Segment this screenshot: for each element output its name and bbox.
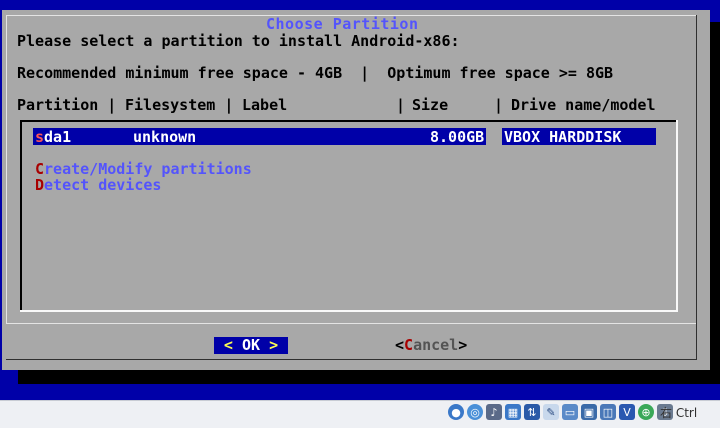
column-header-filesystem: Filesystem |: [125, 96, 234, 114]
dialog-frame-left: [6, 15, 7, 323]
dialog-frame-right: [696, 15, 697, 359]
ok-bracket-left: <: [223, 336, 233, 354]
dialog-button-separator: [6, 323, 696, 324]
space-recommendation: Recommended minimum free space - 4GB | O…: [17, 64, 614, 82]
partition-name: sda1: [35, 129, 71, 145]
column-separator-size: |: [396, 96, 406, 114]
usb-icon[interactable]: ⇅: [524, 404, 540, 420]
partition-list-border-left: [20, 120, 22, 312]
partition-list-border-top: [20, 120, 678, 122]
ok-bracket-right: >: [269, 336, 279, 354]
ok-label: OK: [232, 336, 270, 354]
partition-list-border-right: [676, 120, 678, 312]
dialog-frame-bottom: [6, 359, 697, 360]
network-icon[interactable]: ▦: [505, 404, 521, 420]
vbox-icon[interactable]: V: [619, 404, 635, 420]
partition-name-rest: da1: [44, 128, 72, 146]
column-header-label: Label: [242, 96, 288, 114]
ok-button[interactable]: < OK >: [214, 337, 288, 354]
cpu-icon[interactable]: ◫: [600, 404, 616, 420]
host-key-indicator: 右 Ctrl: [660, 406, 698, 420]
column-header-drive: Drive name/model: [511, 96, 656, 114]
cancel-bracket-left: <: [395, 336, 405, 354]
hdd-icon[interactable]: ●: [448, 404, 464, 420]
menu-label: etect devices: [44, 176, 162, 194]
partition-list-border-bottom: [20, 310, 678, 312]
partition-filesystem: unknown: [133, 128, 197, 146]
menu-hotkey: D: [35, 176, 45, 194]
partition-row-sda1[interactable]: [33, 128, 486, 145]
cancel-button[interactable]: <Cancel>: [395, 337, 467, 354]
menu-detect-devices[interactable]: Detect devices: [35, 177, 161, 193]
audio-icon[interactable]: ♪: [486, 404, 502, 420]
dialog-title: Choose Partition: [260, 16, 425, 32]
cd-icon[interactable]: ◎: [467, 404, 483, 420]
cancel-label: ancel: [413, 336, 459, 354]
column-header-size: Size: [412, 96, 449, 114]
partition-drive: VBOX HARDDISK: [504, 128, 622, 146]
recording-icon[interactable]: ▣: [581, 404, 597, 420]
column-header-partition: Partition |: [17, 96, 117, 114]
menu-create-modify-partitions[interactable]: Create/Modify partitions: [35, 161, 252, 177]
mouse-icon[interactable]: ⊕: [638, 404, 654, 420]
shared-folder-icon[interactable]: ✎: [543, 404, 559, 420]
dialog-prompt: Please select a partition to install And…: [17, 32, 460, 50]
partition-size: 8.00GB: [430, 128, 485, 146]
partition-name-hotkey: s: [35, 128, 45, 146]
vm-status-icons: ● ◎ ♪ ▦ ⇅ ✎ ▭ ▣ ◫ V ⊕ ⇩: [448, 404, 673, 420]
cancel-hotkey: C: [404, 336, 414, 354]
cancel-bracket-right: >: [458, 336, 468, 354]
column-separator-drive: |: [494, 96, 504, 114]
display-icon[interactable]: ▭: [562, 404, 578, 420]
